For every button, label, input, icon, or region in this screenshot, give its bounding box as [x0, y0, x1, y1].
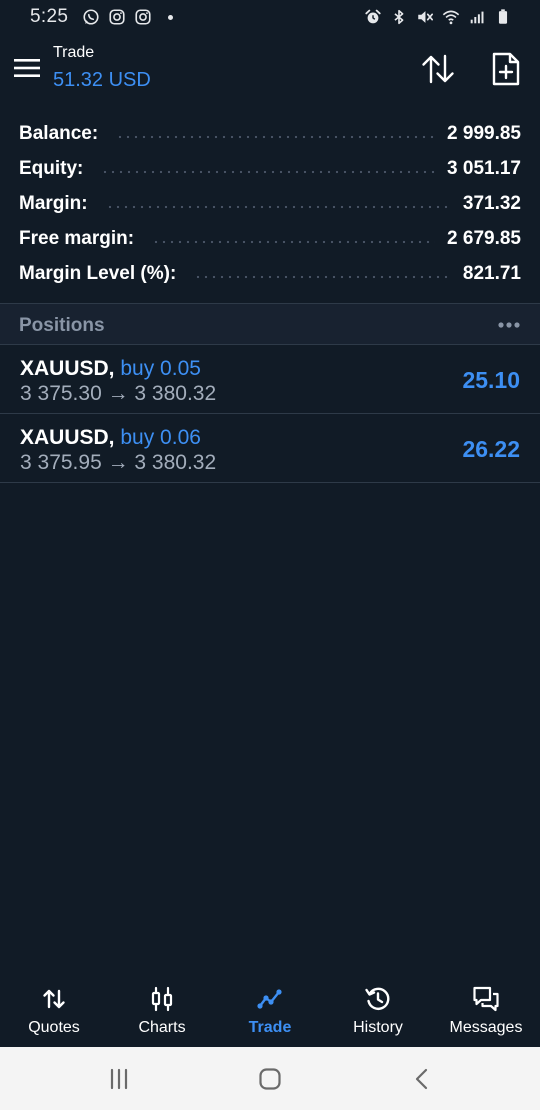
position-symbol: XAUUSD, [20, 357, 115, 380]
nav-item-trade[interactable]: Trade [216, 975, 324, 1047]
position-row[interactable]: XAUUSD, buy 0.06 3 375.95 → 3 380.32 26.… [0, 414, 540, 482]
nav-item-quotes[interactable]: Quotes [0, 975, 108, 1047]
position-symbol: XAUUSD, [20, 426, 115, 449]
nav-item-charts[interactable]: Charts [108, 975, 216, 1047]
history-icon [365, 987, 390, 1010]
status-bar: 5:25 [0, 0, 540, 34]
page-title: Trade [53, 44, 95, 61]
summary-value: 2 999.85 [447, 122, 521, 144]
nav-item-history[interactable]: History [324, 975, 432, 1047]
summary-label: Margin: [19, 192, 88, 214]
dotted-leader [116, 134, 436, 139]
position-side: buy 0.06 [120, 426, 201, 449]
quotes-icon [43, 989, 65, 1009]
status-time: 5:25 [30, 6, 69, 27]
summary-label: Free margin: [19, 227, 135, 249]
home-icon[interactable] [258, 1067, 282, 1091]
dotted-leader [194, 274, 451, 279]
app-bar: Trade 51.32 USD [0, 34, 540, 104]
sort-icon[interactable] [421, 54, 455, 84]
instagram-icon [109, 9, 125, 25]
summary-label: Balance: [19, 122, 99, 144]
mute-icon [418, 11, 434, 23]
bottom-nav: Quotes Charts Trade History Messages [0, 975, 540, 1047]
account-summary: Balance: 2 999.85 Equity: 3 051.17 Margi… [0, 116, 540, 291]
messages-icon [473, 986, 499, 1012]
dotted-leader [105, 204, 451, 209]
wifi-icon [442, 10, 460, 25]
battery-icon [498, 9, 508, 24]
summary-value: 821.71 [462, 262, 521, 284]
section-title: Positions [19, 315, 105, 336]
nav-label: Trade [248, 1019, 292, 1036]
nav-label: History [353, 1019, 403, 1036]
position-side: buy 0.05 [120, 357, 201, 380]
instagram-icon [135, 9, 151, 25]
summary-value: 2 679.85 [447, 227, 521, 249]
position-prices: 3 375.95 → 3 380.32 [20, 451, 217, 474]
menu-icon[interactable] [14, 58, 40, 78]
position-profit: 25.10 [462, 367, 520, 393]
summary-row-balance: Balance: 2 999.85 [0, 116, 540, 151]
whatsapp-icon [83, 9, 99, 25]
summary-row-margin-level: Margin Level (%): 821.71 [0, 256, 540, 291]
summary-row-equity: Equity: 3 051.17 [0, 151, 540, 186]
position-title: XAUUSD, buy 0.05 [20, 357, 201, 381]
nav-item-messages[interactable]: Messages [432, 975, 540, 1047]
new-order-icon[interactable] [491, 52, 521, 86]
dotted-leader [152, 239, 436, 244]
dotted-leader [101, 169, 436, 174]
system-nav-bar [0, 1047, 540, 1110]
nav-label: Messages [449, 1019, 523, 1036]
notification-dot-icon [168, 14, 174, 20]
floating-profit: 51.32 USD [53, 69, 151, 91]
recent-apps-icon[interactable] [107, 1067, 131, 1091]
divider [0, 482, 540, 483]
position-row[interactable]: XAUUSD, buy 0.05 3 375.30 → 3 380.32 25.… [0, 345, 540, 413]
more-options-icon[interactable] [497, 321, 521, 329]
summary-value: 371.32 [462, 192, 521, 214]
bluetooth-icon [394, 9, 404, 25]
alarm-icon [365, 9, 381, 24]
summary-value: 3 051.17 [447, 157, 521, 179]
nav-label: Quotes [28, 1019, 80, 1036]
position-title: XAUUSD, buy 0.06 [20, 426, 201, 450]
summary-label: Margin Level (%): [19, 262, 177, 284]
position-prices: 3 375.30 → 3 380.32 [20, 382, 217, 405]
back-icon[interactable] [410, 1067, 434, 1091]
summary-row-free-margin: Free margin: 2 679.85 [0, 221, 540, 256]
positions-header: Positions [0, 304, 540, 344]
signal-icon [470, 11, 484, 24]
summary-row-margin: Margin: 371.32 [0, 186, 540, 221]
nav-label: Charts [138, 1019, 186, 1036]
trade-icon [257, 989, 282, 1009]
position-profit: 26.22 [462, 436, 520, 462]
summary-label: Equity: [19, 157, 84, 179]
charts-icon [151, 986, 173, 1012]
